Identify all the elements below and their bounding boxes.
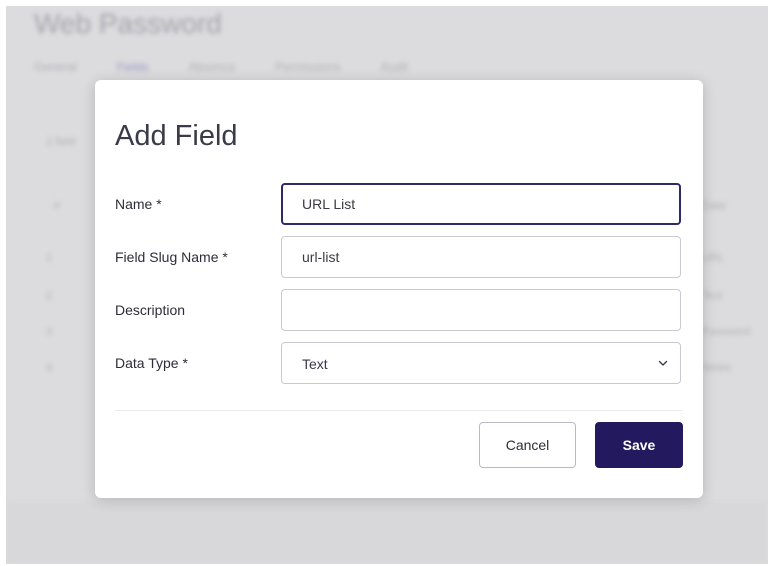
description-field-wrapper <box>281 289 681 331</box>
description-label: Description <box>115 302 186 318</box>
name-field-wrapper <box>281 183 681 225</box>
chevron-down-icon <box>658 360 668 366</box>
slug-field-wrapper <box>281 236 681 278</box>
data-type-select[interactable]: Text <box>281 342 681 384</box>
background-footer <box>6 501 768 564</box>
description-input[interactable] <box>282 290 680 330</box>
background-row-number: 1 <box>46 252 53 264</box>
name-row: Name * <box>115 183 683 227</box>
background-cell: Password <box>702 326 751 338</box>
data-type-row: Data Type * Text <box>115 342 683 386</box>
background-row-number: # <box>54 200 61 212</box>
footer-divider <box>115 410 683 411</box>
add-field-dialog: Add Field Name * Field Slug Name * Descr… <box>95 80 703 498</box>
save-button[interactable]: Save <box>595 422 683 468</box>
background-column-header: Data <box>702 200 726 212</box>
description-row: Description <box>115 289 683 333</box>
background-tab: Permissions <box>275 60 341 74</box>
background-tab: Fields <box>116 60 149 74</box>
slug-row: Field Slug Name * <box>115 236 683 280</box>
cancel-button[interactable]: Cancel <box>479 422 576 468</box>
background-tabs: General Fields Absence Permissions Audit <box>34 60 408 74</box>
background-tab: Absence <box>188 60 236 74</box>
slug-input[interactable] <box>282 237 680 277</box>
background-page-title: Web Password <box>34 8 222 39</box>
background-cell: Text <box>702 290 723 302</box>
background-cell: Notes <box>702 362 731 374</box>
background-row-number: 2 <box>46 290 53 302</box>
name-input[interactable] <box>283 185 679 223</box>
background-field-count: 1 field <box>46 136 76 148</box>
background-tab: General <box>34 60 77 74</box>
data-type-value: Text <box>302 356 328 372</box>
background-tab: Audit <box>380 60 409 74</box>
slug-label: Field Slug Name * <box>115 249 228 265</box>
background-row-number: 3 <box>46 326 53 338</box>
background-row-number: 4 <box>46 362 53 374</box>
name-label: Name * <box>115 196 162 212</box>
data-type-label: Data Type * <box>115 355 188 371</box>
dialog-title: Add Field <box>115 120 238 152</box>
background-cell: URL <box>702 252 725 264</box>
screen: Web Password General Fields Absence Perm… <box>6 6 768 564</box>
